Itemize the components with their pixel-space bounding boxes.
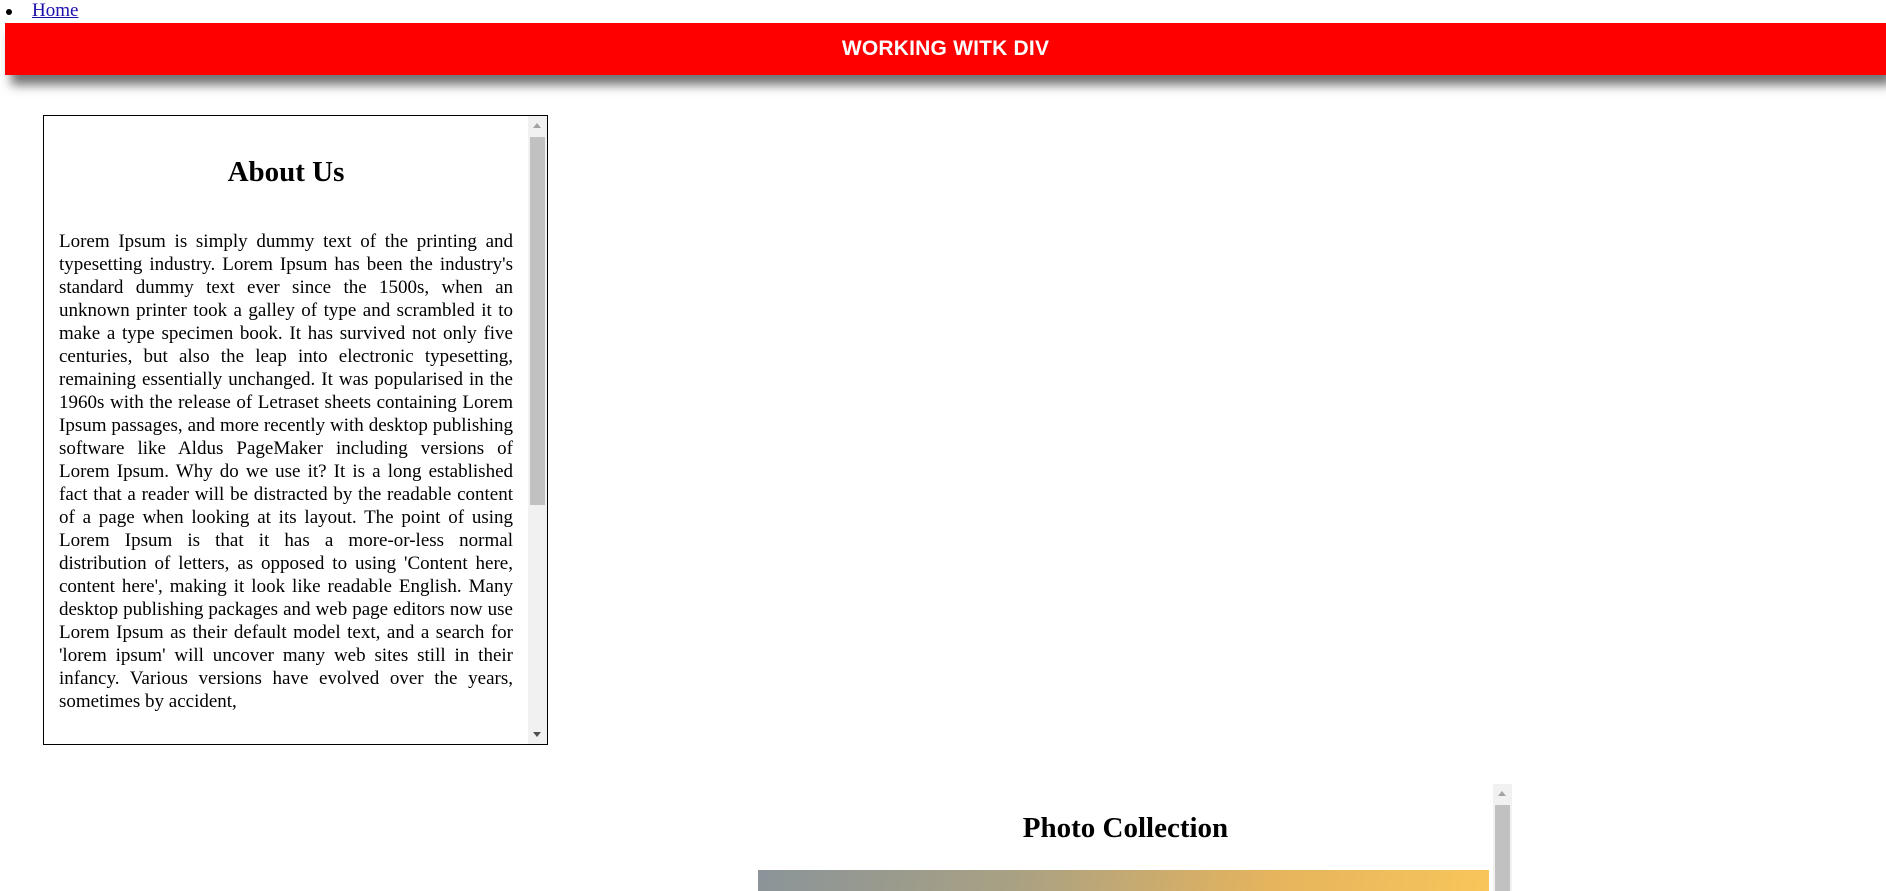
about-us-text: Lorem Ipsum is simply dummy text of the … <box>59 231 513 712</box>
about-us-content: About Us Lorem Ipsum is simply dummy tex… <box>59 116 513 713</box>
scrollbar-thumb[interactable] <box>530 137 545 505</box>
scroll-up-arrow-icon[interactable] <box>1498 791 1506 796</box>
about-us-panel: About Us Lorem Ipsum is simply dummy tex… <box>43 115 548 745</box>
scroll-down-arrow-icon[interactable] <box>533 732 541 737</box>
photo-collection-panel: Photo Collection <box>758 784 1512 891</box>
header-bar: WORKING WITK DIV <box>5 23 1886 75</box>
bullet-icon <box>6 9 12 15</box>
photo-collection-scrollbar[interactable] <box>1493 784 1512 891</box>
home-link[interactable]: Home <box>32 0 78 22</box>
photo-image <box>758 870 1489 891</box>
photo-collection-title: Photo Collection <box>1022 812 1229 844</box>
nav-item-home: Home <box>0 0 120 22</box>
scroll-up-arrow-icon[interactable] <box>533 123 541 128</box>
scrollbar-thumb[interactable] <box>1495 805 1510 891</box>
about-us-title: About Us <box>227 156 345 188</box>
header-title: WORKING WITK DIV <box>841 37 1050 60</box>
about-us-scrollbar[interactable] <box>528 116 547 744</box>
